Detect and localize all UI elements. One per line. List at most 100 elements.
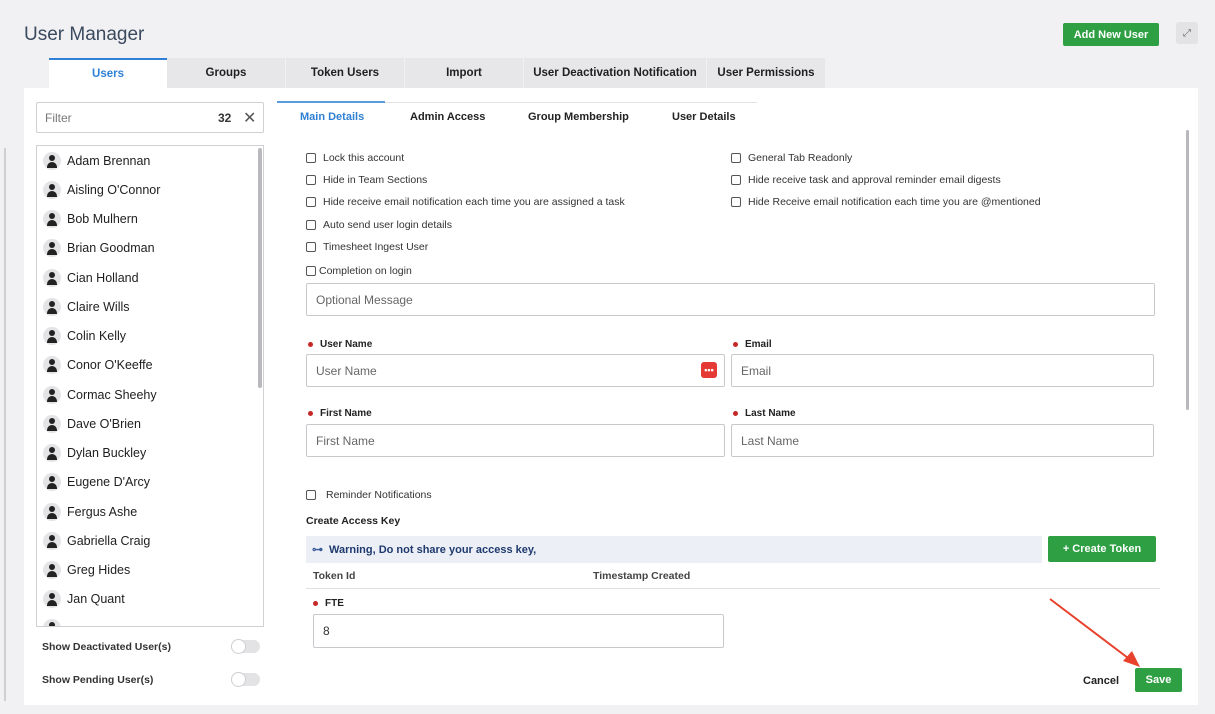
- tab-group-membership[interactable]: Group Membership: [528, 103, 629, 131]
- fte-label-text: FTE: [325, 598, 344, 609]
- user-name: Jan Quant: [67, 592, 125, 606]
- checkbox-label: Lock this account: [323, 152, 405, 164]
- user-name: Fergus Ashe: [67, 505, 138, 519]
- form-scrollbar[interactable]: [1186, 130, 1189, 410]
- list-item[interactable]: Adam Brennan: [43, 149, 150, 173]
- user-name: Bob Mulhern: [67, 212, 138, 226]
- user-name: Eugene D'Arcy: [67, 475, 150, 489]
- checkbox-label: Hide Receive email notification each tim…: [748, 196, 1041, 208]
- required-dot: [308, 342, 313, 347]
- key-icon: ⊶: [312, 544, 323, 556]
- tab-main-details[interactable]: Main Details: [300, 103, 364, 131]
- close-icon[interactable]: ✕: [243, 108, 256, 128]
- list-item[interactable]: Cormac Sheehy: [43, 383, 157, 407]
- filter-box: 32 ✕: [36, 102, 264, 133]
- hide-reminder-digests-checkbox[interactable]: Hide receive task and approval reminder …: [731, 174, 1001, 186]
- list-scrollbar[interactable]: [258, 148, 262, 388]
- user-name: Conor O'Keeffe: [67, 358, 153, 372]
- first-name-label-text: First Name: [320, 408, 372, 419]
- timesheet-ingest-checkbox[interactable]: Timesheet Ingest User: [306, 241, 428, 253]
- required-dot: [733, 411, 738, 416]
- lock-account-checkbox[interactable]: Lock this account: [306, 152, 404, 164]
- create-token-button[interactable]: + Create Token: [1048, 536, 1156, 562]
- checkbox-label: Hide receive email notification each tim…: [323, 196, 625, 208]
- email-field[interactable]: Email: [731, 354, 1154, 387]
- required-dot: [313, 601, 318, 606]
- user-name-label: User Name: [308, 339, 372, 350]
- last-name-label: Last Name: [733, 408, 796, 419]
- checkbox-label: General Tab Readonly: [748, 152, 853, 164]
- list-item[interactable]: Cian Holland: [43, 266, 139, 290]
- user-name: Gabriella Craig: [67, 534, 151, 548]
- user-list: Adam Brennan Aisling O'Connor Bob Mulher…: [36, 145, 264, 627]
- checkbox-label: Completion on login: [319, 265, 412, 277]
- show-pending-toggle[interactable]: [231, 672, 260, 687]
- optional-message-field[interactable]: Optional Message: [306, 283, 1155, 316]
- user-name-label-text: User Name: [320, 339, 373, 350]
- user-name: Greg Hides: [67, 563, 131, 577]
- column-header-timestamp: Timestamp Created: [593, 570, 691, 582]
- checkbox-label: Hide receive task and approval reminder …: [748, 174, 1001, 186]
- user-icon: [43, 473, 61, 491]
- list-item[interactable]: Claire Wills: [43, 295, 130, 319]
- checkbox-label: Hide in Team Sections: [323, 174, 428, 186]
- user-name: Adam Brennan: [67, 154, 151, 168]
- list-item[interactable]: Bob Mulhern: [43, 207, 138, 231]
- cancel-button[interactable]: Cancel: [1083, 675, 1119, 687]
- fte-field[interactable]: 8: [313, 614, 724, 648]
- auto-send-login-checkbox[interactable]: Auto send user login details: [306, 219, 452, 231]
- list-item[interactable]: Fergus Ashe: [43, 500, 137, 524]
- filter-input[interactable]: [45, 111, 195, 125]
- tab-users[interactable]: Users: [49, 58, 167, 88]
- user-name-field[interactable]: User Name: [306, 354, 725, 387]
- checkbox-label: Timesheet Ingest User: [323, 241, 429, 253]
- list-item[interactable]: Dave O'Brien: [43, 412, 141, 436]
- list-item[interactable]: Conor O'Keeffe: [43, 353, 153, 377]
- user-icon: [43, 269, 61, 287]
- hide-assigned-task-email-checkbox[interactable]: Hide receive email notification each tim…: [306, 196, 625, 208]
- user-icon: [43, 590, 61, 608]
- tab-token-users[interactable]: Token Users: [286, 58, 404, 88]
- list-item[interactable]: Eugene D'Arcy: [43, 470, 150, 494]
- expand-icon[interactable]: ⤢: [1176, 22, 1198, 44]
- general-tab-readonly-checkbox[interactable]: General Tab Readonly: [731, 152, 852, 164]
- user-icon: [43, 561, 61, 579]
- list-item[interactable]: Dylan Buckley: [43, 441, 146, 465]
- user-icon: [43, 415, 61, 433]
- last-name-label-text: Last Name: [745, 408, 796, 419]
- show-deactivated-toggle[interactable]: [231, 639, 260, 654]
- list-item[interactable]: Gabriella Craig: [43, 529, 150, 553]
- tab-import[interactable]: Import: [405, 58, 523, 88]
- required-dot: [308, 411, 313, 416]
- list-item[interactable]: Jan Quant: [43, 587, 125, 611]
- reminder-notifications-checkbox[interactable]: Reminder Notifications: [306, 489, 432, 501]
- add-new-user-button[interactable]: Add New User: [1063, 23, 1159, 46]
- email-label-text: Email: [745, 339, 772, 350]
- tab-user-deactivation-notification[interactable]: User Deactivation Notification: [524, 58, 706, 88]
- last-name-field[interactable]: Last Name: [731, 424, 1154, 457]
- first-name-label: First Name: [308, 408, 372, 419]
- list-item[interactable]: Aisling O'Connor: [43, 178, 160, 202]
- list-item[interactable]: Brian Goodman: [43, 236, 155, 260]
- user-name: Dylan Buckley: [67, 446, 147, 460]
- create-access-key-heading: Create Access Key: [306, 515, 401, 527]
- tab-user-permissions[interactable]: User Permissions: [707, 58, 825, 88]
- hide-mention-email-checkbox[interactable]: Hide Receive email notification each tim…: [731, 196, 1041, 208]
- list-item[interactable]: Greg Hides: [43, 558, 130, 582]
- warning-text: Warning, Do not share your access key,: [329, 543, 537, 556]
- list-item[interactable]: Colin Kelly: [43, 324, 126, 348]
- first-name-field[interactable]: First Name: [306, 424, 725, 457]
- password-manager-icon[interactable]: •••: [701, 362, 717, 378]
- required-dot: [733, 342, 738, 347]
- user-name: Brian Goodman: [67, 241, 155, 255]
- user-icon: [43, 356, 61, 374]
- tab-admin-access[interactable]: Admin Access: [410, 103, 485, 131]
- save-button[interactable]: Save: [1135, 668, 1182, 692]
- hide-team-sections-checkbox[interactable]: Hide in Team Sections: [306, 174, 427, 186]
- tab-user-details[interactable]: User Details: [672, 103, 736, 131]
- list-item[interactable]: [43, 616, 67, 626]
- page-scrollbar[interactable]: [4, 148, 6, 701]
- user-icon: [43, 152, 61, 170]
- completion-on-login-checkbox[interactable]: Completion on login: [306, 265, 412, 277]
- tab-groups[interactable]: Groups: [167, 58, 285, 88]
